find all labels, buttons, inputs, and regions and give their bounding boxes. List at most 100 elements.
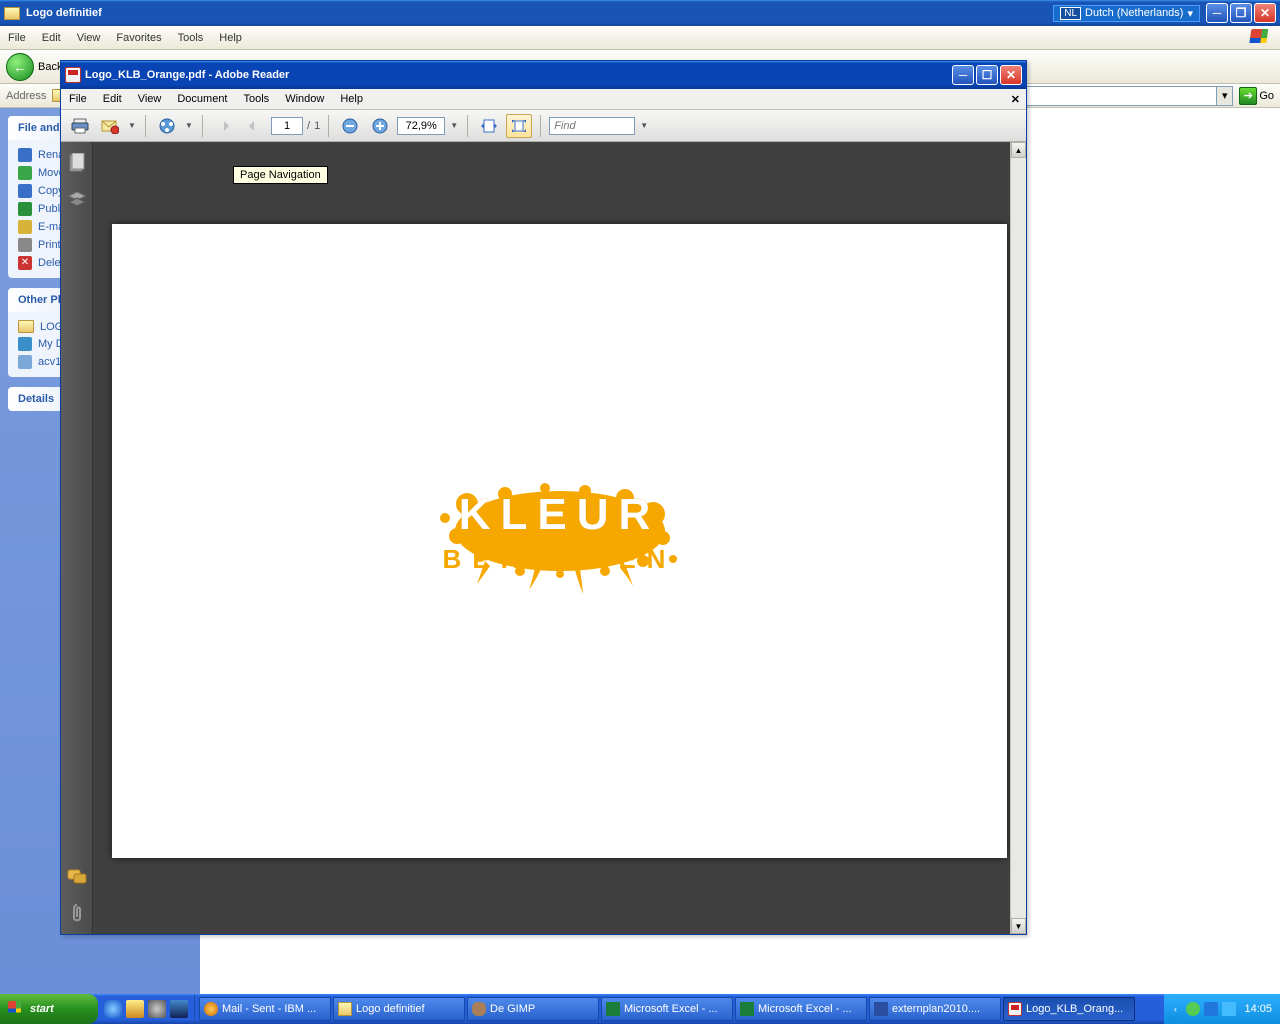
- document-area[interactable]: Page Navigation: [93, 142, 1026, 934]
- fit-width-button[interactable]: [476, 114, 502, 138]
- email-button[interactable]: [97, 114, 123, 138]
- lang-code: NL: [1060, 7, 1081, 20]
- scroll-down-button[interactable]: ▼: [1011, 918, 1026, 934]
- layers-panel-button[interactable]: [66, 188, 88, 210]
- email-dropdown[interactable]: ▼: [127, 121, 137, 130]
- go-button[interactable]: ➔ Go: [1239, 87, 1274, 105]
- separator: [145, 115, 146, 137]
- mail-icon[interactable]: [126, 1000, 144, 1018]
- reader-toolbar: ▼ ▼ / 1 ▼ ▼: [61, 110, 1026, 142]
- task-explorer[interactable]: Logo definitief: [333, 997, 465, 1021]
- zoom-out-button[interactable]: [337, 114, 363, 138]
- chevron-down-icon: ▾: [1187, 7, 1193, 20]
- lotus-icon: [204, 1002, 218, 1016]
- menu-document[interactable]: Document: [169, 89, 235, 109]
- fit-page-button[interactable]: [506, 114, 532, 138]
- collaborate-button[interactable]: [154, 114, 180, 138]
- go-label: Go: [1259, 90, 1274, 102]
- pdf-icon: [65, 67, 81, 83]
- find-dropdown[interactable]: ▼: [639, 121, 649, 130]
- separator: [328, 115, 329, 137]
- document-scrollbar[interactable]: ▲ ▼: [1010, 142, 1026, 934]
- explorer-minimize-button[interactable]: ─: [1206, 3, 1228, 23]
- collaborate-dropdown[interactable]: ▼: [184, 121, 194, 130]
- separator: [202, 115, 203, 137]
- page-separator: /: [307, 120, 310, 132]
- start-button[interactable]: start: [0, 994, 98, 1024]
- reader-minimize-button[interactable]: ─: [952, 65, 974, 85]
- reader-body: Page Navigation: [61, 142, 1026, 934]
- print-button[interactable]: [67, 114, 93, 138]
- folder-icon: [18, 320, 34, 333]
- menu-edit[interactable]: Edit: [42, 32, 61, 44]
- reader-maximize-button[interactable]: ☐: [976, 65, 998, 85]
- tray-icon[interactable]: [1222, 1002, 1236, 1016]
- go-icon: ➔: [1239, 87, 1257, 105]
- zoom-input[interactable]: [397, 117, 445, 135]
- language-indicator[interactable]: NL Dutch (Netherlands) ▾: [1053, 5, 1200, 22]
- menu-view[interactable]: View: [77, 32, 101, 44]
- reader-title: Logo_KLB_Orange.pdf - Adobe Reader: [85, 69, 289, 81]
- find-input[interactable]: [549, 117, 635, 135]
- menu-edit[interactable]: Edit: [95, 89, 130, 109]
- separator: [467, 115, 468, 137]
- menu-view[interactable]: View: [130, 89, 170, 109]
- task-gimp[interactable]: De GIMP: [467, 997, 599, 1021]
- menu-help[interactable]: Help: [219, 32, 242, 44]
- excel-icon: [606, 1002, 620, 1016]
- task-word[interactable]: externplan2010....: [869, 997, 1001, 1021]
- menu-file[interactable]: File: [61, 89, 95, 109]
- copy-icon: [18, 184, 32, 198]
- explorer-menu: File Edit View Favorites Tools Help: [0, 26, 1280, 50]
- task-excel1[interactable]: Microsoft Excel - ...: [601, 997, 733, 1021]
- comments-panel-button[interactable]: [66, 866, 88, 888]
- tray-icon[interactable]: [1186, 1002, 1200, 1016]
- folder-icon: [4, 7, 20, 20]
- network-icon: [18, 355, 32, 369]
- zoom-dropdown[interactable]: ▼: [449, 121, 459, 130]
- media-icon[interactable]: [148, 1000, 166, 1018]
- system-tray[interactable]: ‹ 14:05: [1164, 994, 1280, 1024]
- logo-text-line2: BEKENNEN: [443, 544, 677, 575]
- reader-titlebar[interactable]: Logo_KLB_Orange.pdf - Adobe Reader ─ ☐ ✕: [61, 61, 1026, 89]
- tray-icon[interactable]: [1204, 1002, 1218, 1016]
- taskbar-clock[interactable]: 14:05: [1244, 1003, 1272, 1015]
- address-label: Address: [6, 90, 46, 102]
- menu-file[interactable]: File: [8, 32, 26, 44]
- lang-name: Dutch (Netherlands): [1085, 7, 1183, 19]
- reader-window: Logo_KLB_Orange.pdf - Adobe Reader ─ ☐ ✕…: [60, 60, 1027, 935]
- nav-rail: [61, 142, 93, 934]
- task-reader[interactable]: Logo_KLB_Orang...: [1003, 997, 1135, 1021]
- attachments-panel-button[interactable]: [66, 902, 88, 924]
- address-dropdown[interactable]: ▾: [1217, 86, 1233, 106]
- move-icon: [18, 166, 32, 180]
- tray-expand-button[interactable]: ‹: [1168, 997, 1182, 1021]
- task-excel2[interactable]: Microsoft Excel - ...: [735, 997, 867, 1021]
- reader-close-button[interactable]: ✕: [1000, 65, 1022, 85]
- zoom-in-button[interactable]: [367, 114, 393, 138]
- page-current-input[interactable]: [271, 117, 303, 135]
- windows-flag-icon: [1250, 29, 1272, 47]
- explorer-titlebar: Logo definitief NL Dutch (Netherlands) ▾…: [0, 0, 1280, 26]
- globe-icon: [18, 202, 32, 216]
- task-mail[interactable]: Mail - Sent - IBM ...: [199, 997, 331, 1021]
- separator: [540, 115, 541, 137]
- next-page-button[interactable]: [241, 114, 267, 138]
- pages-panel-button[interactable]: [66, 152, 88, 174]
- menu-tools[interactable]: Tools: [178, 32, 204, 44]
- page-total: 1: [314, 120, 320, 132]
- back-button[interactable]: ←: [6, 53, 34, 81]
- menu-favorites[interactable]: Favorites: [116, 32, 161, 44]
- ie-icon[interactable]: [104, 1000, 122, 1018]
- scroll-up-button[interactable]: ▲: [1011, 142, 1026, 158]
- menu-help[interactable]: Help: [332, 89, 371, 109]
- mdi-close-button[interactable]: ✕: [1005, 91, 1026, 108]
- page-navigation-tooltip: Page Navigation: [233, 166, 328, 184]
- explorer-restore-button[interactable]: ❐: [1230, 3, 1252, 23]
- menu-window[interactable]: Window: [277, 89, 332, 109]
- prev-page-button[interactable]: [211, 114, 237, 138]
- explorer-title: Logo definitief: [26, 7, 102, 19]
- menu-tools[interactable]: Tools: [236, 89, 278, 109]
- desktop-icon[interactable]: [170, 1000, 188, 1018]
- explorer-close-button[interactable]: ✕: [1254, 3, 1276, 23]
